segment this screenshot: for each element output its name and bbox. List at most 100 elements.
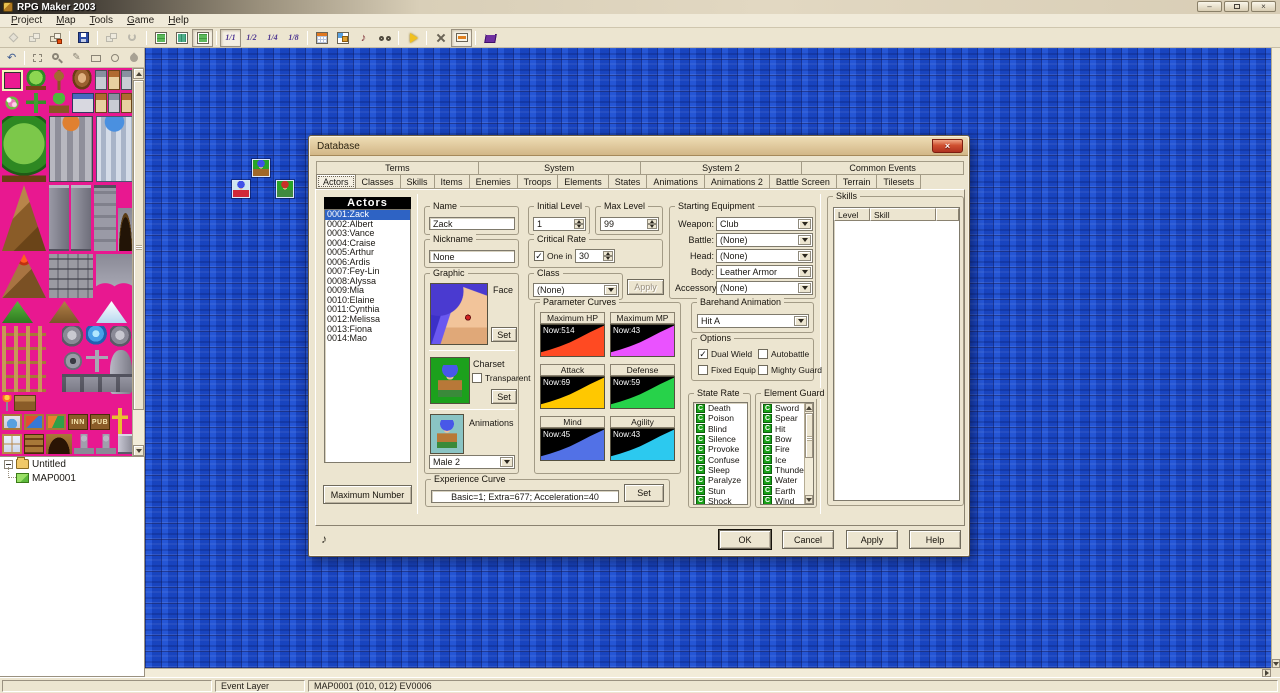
palette-tile-rock[interactable] [110, 326, 132, 348]
state-item[interactable]: CConfuse [694, 454, 747, 464]
chevron-down-icon[interactable] [798, 219, 811, 229]
tab-animations[interactable]: Animations [647, 175, 705, 189]
tab-skills[interactable]: Skills [401, 175, 435, 189]
tab-tilesets[interactable]: Tilesets [877, 175, 921, 189]
checkbox-icon[interactable] [758, 365, 768, 375]
palette-tile-cactus[interactable] [26, 93, 46, 113]
scroll-down-icon[interactable] [805, 495, 813, 504]
palette-tile-tree[interactable] [26, 70, 46, 90]
palette-tile-pic3[interactable] [46, 414, 66, 430]
palette-tile-ruins[interactable] [49, 254, 93, 298]
select-tool-icon[interactable] [28, 49, 47, 67]
palette-tile-volcano[interactable] [2, 254, 46, 298]
palette-tile-castle[interactable] [49, 116, 93, 182]
tab-system-2[interactable]: System 2 [640, 161, 802, 175]
search-icon[interactable] [374, 29, 395, 47]
palette-tile-pic2[interactable] [24, 414, 44, 430]
option-autobattle[interactable]: Autobattle [758, 349, 809, 359]
palette-tile-bigtree[interactable] [2, 116, 46, 182]
option-fixed-equip[interactable]: Fixed Equip [698, 365, 756, 375]
barehand-animation-dropdown[interactable]: Hit A [697, 314, 809, 328]
palette-tile-bldg[interactable] [95, 70, 107, 90]
palette-tile-deadtree[interactable] [49, 70, 69, 90]
map-event[interactable] [276, 180, 294, 198]
checkbox-icon[interactable] [698, 365, 708, 375]
palette-tile-fence[interactable] [2, 326, 46, 392]
close-project-icon[interactable] [45, 29, 66, 47]
charset-set-button[interactable]: Set [491, 389, 517, 404]
zoom-tool-icon[interactable] [48, 49, 67, 67]
palette-tile-crossgold[interactable] [112, 408, 128, 434]
music-icon[interactable]: ♪ [353, 29, 374, 47]
palette-tile-temple[interactable] [72, 93, 94, 113]
maximum-number-button[interactable]: Maximum Number [323, 485, 412, 504]
pen-tool-icon[interactable]: ✎ [67, 49, 86, 67]
scroll-up-icon[interactable] [805, 403, 813, 412]
tab-items[interactable]: Items [435, 175, 470, 189]
maximize-button[interactable] [1224, 1, 1249, 12]
project-tree[interactable]: Untitled MAP0001 [0, 456, 145, 677]
element-item[interactable]: CThunder [761, 465, 804, 475]
element-item[interactable]: CFire [761, 444, 804, 454]
upper-layer-icon[interactable] [171, 29, 192, 47]
element-item[interactable]: CEarth [761, 485, 804, 495]
copy-icon[interactable] [101, 29, 122, 47]
palette-tile-flower[interactable] [2, 93, 22, 113]
new-project-icon[interactable] [3, 29, 24, 47]
tree-root-label[interactable]: Untitled [32, 459, 66, 470]
spin-down-icon[interactable] [574, 224, 584, 229]
palette-tile-bldg2[interactable] [108, 70, 120, 90]
minimize-button[interactable]: – [1197, 1, 1222, 12]
palette-tile-bldg[interactable] [108, 93, 120, 113]
menu-project[interactable]: Project [4, 14, 49, 27]
state-item[interactable]: CBlind [694, 424, 747, 434]
zoom-1-4-button[interactable]: 1/4 [262, 29, 283, 47]
palette-tile-statue[interactable] [74, 434, 94, 454]
map-vertical-scrollbar[interactable] [1271, 48, 1280, 668]
tab-terms[interactable]: Terms [316, 161, 478, 175]
palette-tile-rock[interactable] [62, 326, 84, 348]
element-scroll-thumb[interactable] [805, 413, 813, 458]
tileset-palette[interactable]: INNPUB [0, 68, 145, 456]
palette-tile-greenhill[interactable] [2, 301, 33, 323]
actor-list-item[interactable]: 0014:Mao [325, 334, 410, 344]
palette-tile-dirthill[interactable] [49, 301, 80, 323]
palette-tile-sign[interactable]: PUB [90, 414, 110, 430]
database-icon[interactable] [311, 29, 332, 47]
element-item[interactable]: CWind [761, 496, 804, 504]
state-item[interactable]: CParalyze [694, 475, 747, 485]
element-item[interactable]: CSpear [761, 413, 804, 423]
apply-button[interactable]: Apply [846, 530, 898, 549]
palette-tile-tower[interactable] [71, 185, 91, 251]
chevron-down-icon[interactable] [798, 235, 811, 245]
zoom-1-2-button[interactable]: 1/2 [241, 29, 262, 47]
tree-root-row[interactable]: Untitled [0, 457, 144, 471]
palette-tile-stump[interactable] [72, 70, 92, 90]
help-icon[interactable] [479, 29, 500, 47]
palette-tile-shelf[interactable] [24, 434, 44, 454]
circle-tool-icon[interactable] [105, 49, 124, 67]
element-guard-scrollbar[interactable] [804, 403, 813, 504]
skills-list[interactable]: Level Skill [833, 207, 960, 501]
nickname-input[interactable]: None [429, 250, 515, 263]
class-apply-button[interactable]: Apply [627, 279, 664, 295]
palette-tile-bldg[interactable] [121, 70, 132, 90]
tab-states[interactable]: States [609, 175, 648, 189]
palette-tile-bldg2[interactable] [121, 93, 132, 113]
scroll-down-icon[interactable] [1272, 659, 1280, 668]
scroll-down-icon[interactable] [133, 445, 144, 456]
palette-tile-statue[interactable] [96, 434, 116, 454]
palette-tile-aqueduct[interactable] [96, 254, 133, 298]
zoom-1-1-button[interactable]: 1/1 [220, 29, 241, 47]
element-item[interactable]: CBow [761, 434, 804, 444]
rectangle-tool-icon[interactable] [86, 49, 105, 67]
map-event[interactable] [232, 180, 250, 198]
scroll-right-icon[interactable] [1262, 669, 1271, 677]
palette-tile-bluecastle[interactable] [96, 116, 133, 182]
tree-map-row[interactable]: MAP0001 [0, 471, 144, 485]
state-item[interactable]: CProvoke [694, 444, 747, 454]
lower-layer-icon[interactable] [150, 29, 171, 47]
element-guard-list[interactable]: CSwordCSpearCHitCBowCFireCIceCThunderCWa… [760, 402, 814, 505]
element-item[interactable]: CWater [761, 475, 804, 485]
save-icon[interactable] [73, 29, 94, 47]
